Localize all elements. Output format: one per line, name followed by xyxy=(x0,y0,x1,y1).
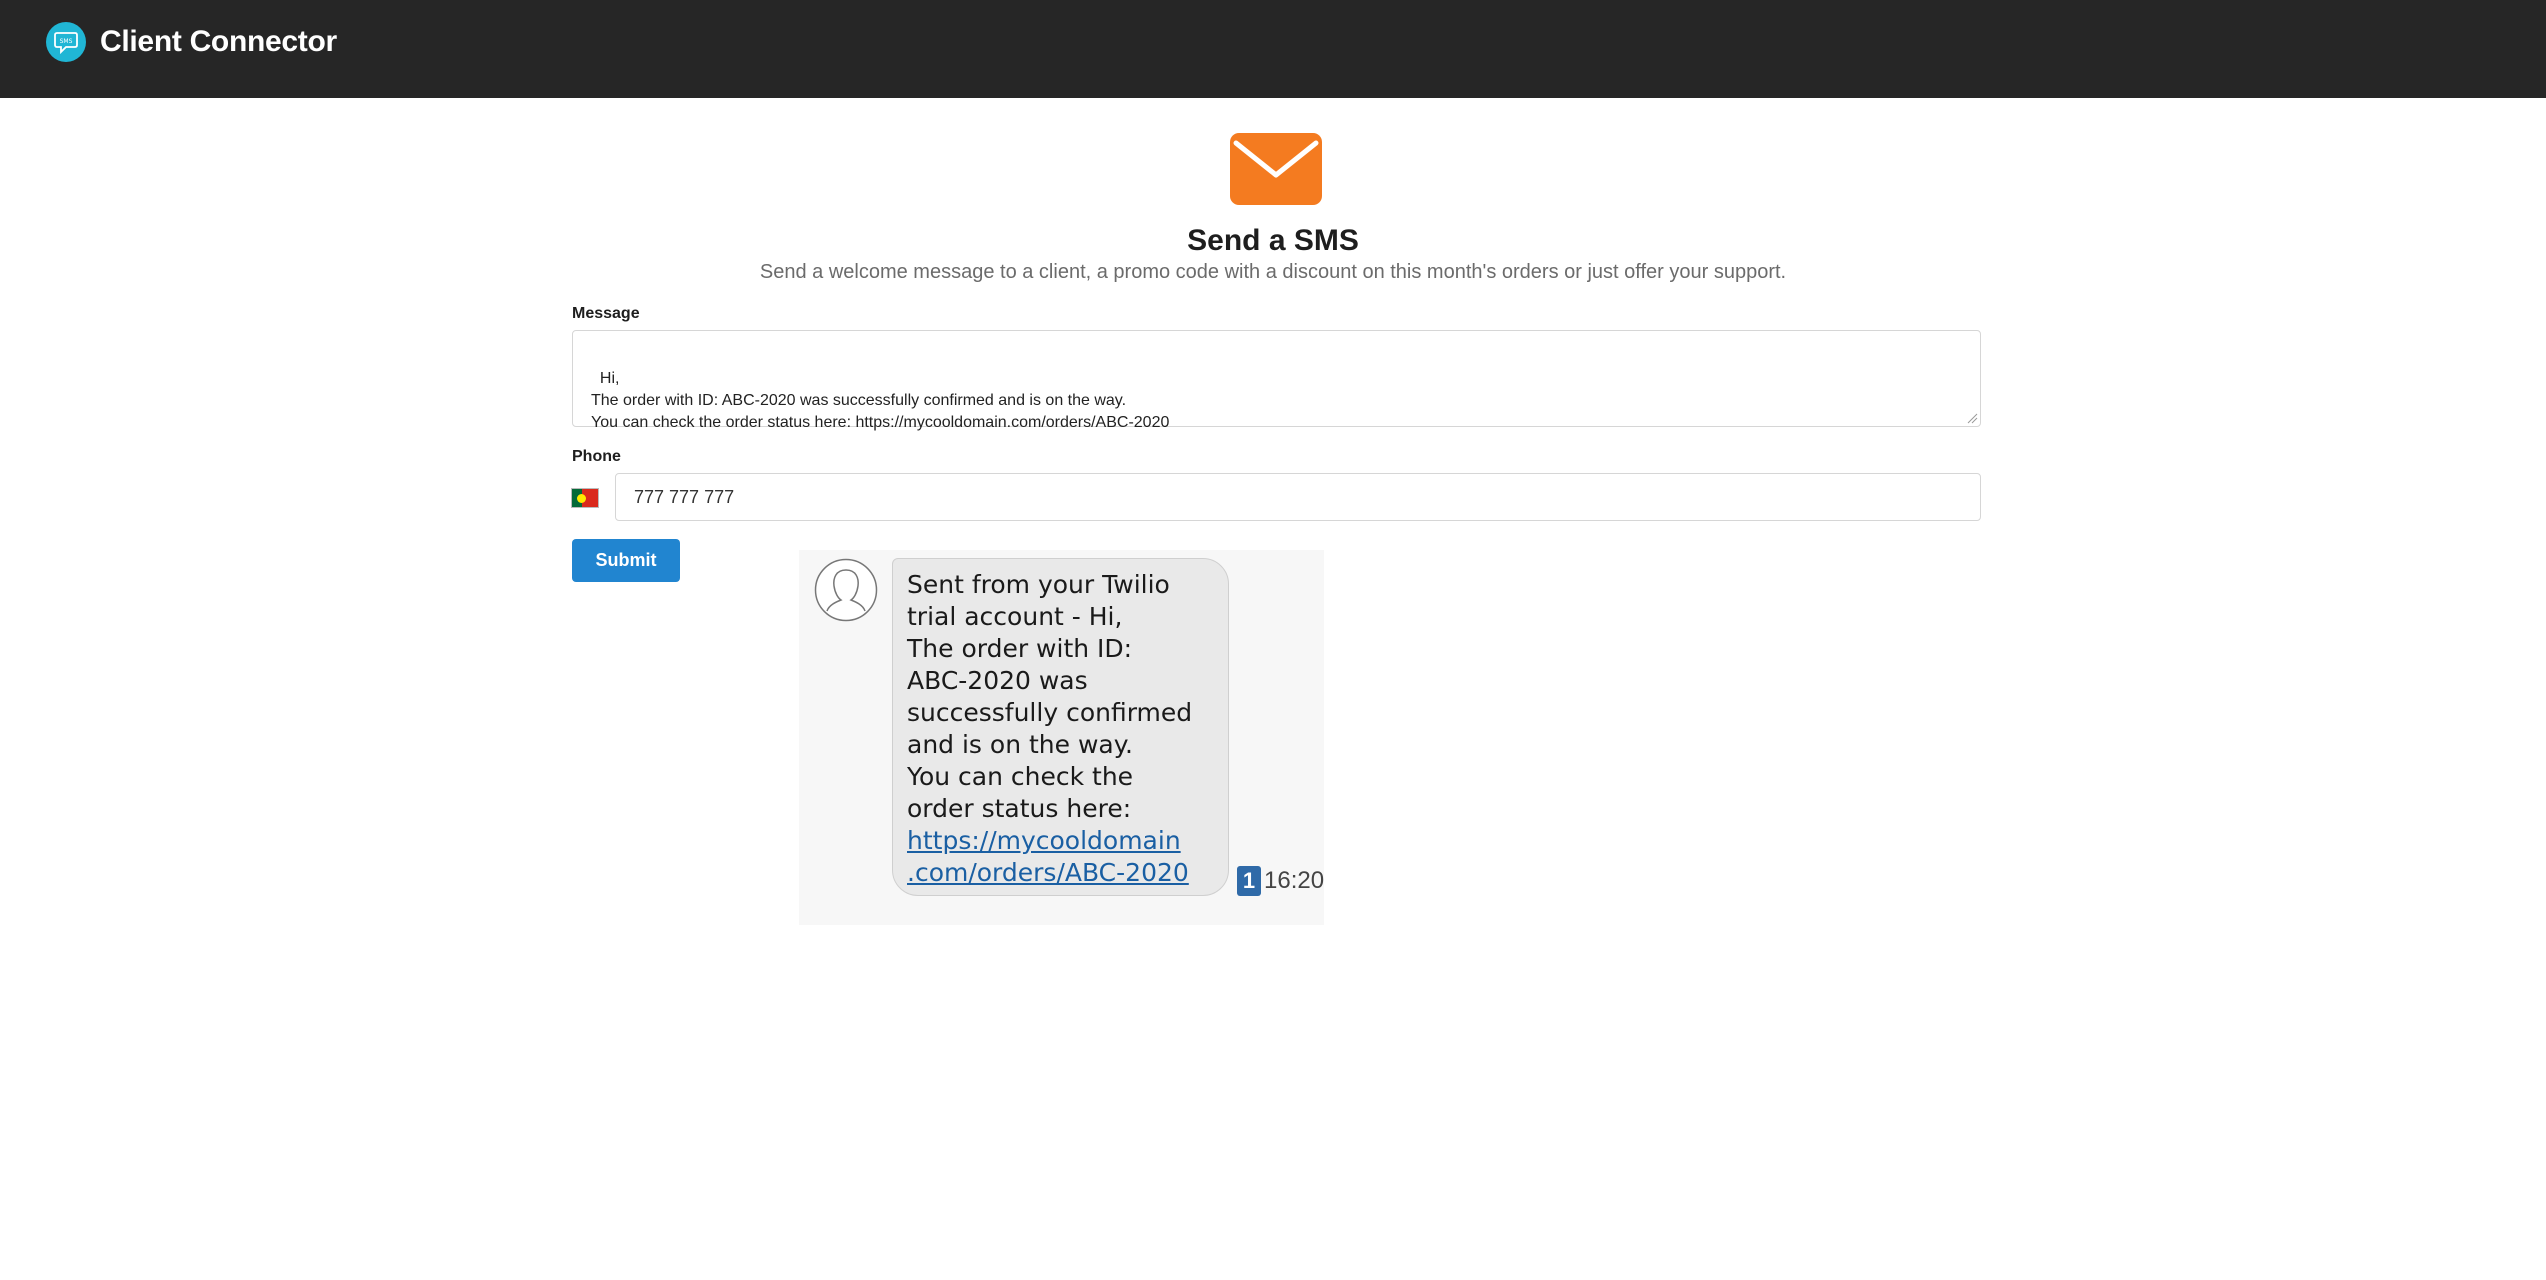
message-label: Message xyxy=(572,305,640,322)
brand[interactable]: SMS Client Connector xyxy=(46,22,337,62)
sms-link[interactable]: .com/orders/ABC-2020 xyxy=(907,857,1214,889)
sms-line: order status here: xyxy=(907,794,1132,823)
sms-line: and is on the way. xyxy=(907,730,1133,759)
sms-timestamp: 16:20 xyxy=(1264,867,1325,894)
sms-chat-bubble-icon: SMS xyxy=(46,22,86,62)
page-subtitle: Send a welcome message to a client, a pr… xyxy=(759,261,1787,283)
sms-line: ABC-2020 was xyxy=(907,666,1088,695)
sms-line: The order with ID: xyxy=(907,634,1133,663)
sms-line: You can check the xyxy=(907,762,1134,791)
message-textarea[interactable]: Hi, The order with ID: ABC-2020 was succ… xyxy=(572,330,1981,431)
message-text: Hi, The order with ID: ABC-2020 was succ… xyxy=(591,370,1170,431)
phone-label: Phone xyxy=(572,448,621,465)
contact-avatar-icon xyxy=(814,558,878,622)
sms-line: trial account - Hi, xyxy=(907,602,1123,631)
logo-text: SMS xyxy=(60,38,73,45)
phone-value: 777 777 777 xyxy=(634,486,735,507)
sms-link[interactable]: https://mycooldomain xyxy=(907,825,1214,857)
portugal-flag-icon[interactable] xyxy=(571,488,599,508)
sim-slot-badge: 1 xyxy=(1237,866,1261,896)
page-title: Send a SMS xyxy=(1187,224,1359,257)
sms-preview: Sent from your Twilio trial account - Hi… xyxy=(799,550,1324,925)
resize-handle-icon[interactable] xyxy=(1966,412,1978,424)
submit-button[interactable]: Submit xyxy=(572,539,680,582)
sms-bubble: Sent from your Twilio trial account - Hi… xyxy=(892,558,1229,896)
phone-input[interactable]: 777 777 777 xyxy=(615,473,1981,521)
envelope-icon xyxy=(1230,133,1322,205)
app-title: Client Connector xyxy=(100,25,337,58)
sms-line: successfully confirmed xyxy=(907,698,1193,727)
top-navbar: SMS Client Connector xyxy=(0,0,2546,98)
sms-line: Sent from your Twilio xyxy=(907,570,1170,599)
